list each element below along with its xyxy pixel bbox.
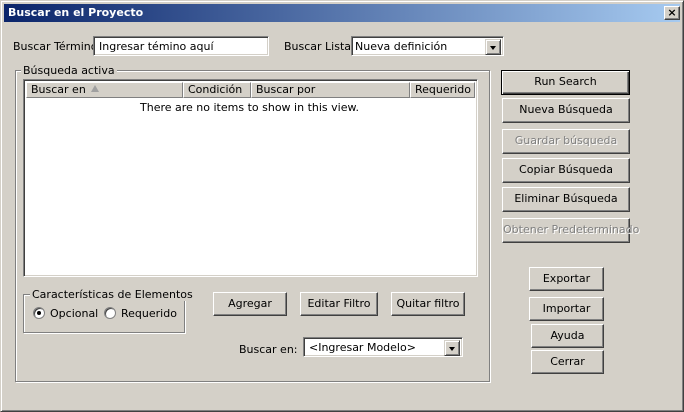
required-radio[interactable] — [104, 307, 116, 319]
close-button[interactable]: Cerrar — [531, 350, 604, 374]
export-button[interactable]: Exportar — [529, 267, 604, 291]
delete-search-button[interactable]: Eliminar Búsqueda — [502, 187, 630, 212]
search-in-model-dropdown[interactable]: <Ingresar Modelo> — [303, 337, 463, 357]
optional-radio[interactable] — [33, 307, 45, 319]
search-criteria-list[interactable]: Buscar en Condición Buscar por Requerido… — [23, 79, 478, 277]
run-search-button[interactable]: Run Search — [501, 70, 630, 95]
search-list-label: Buscar Lista: — [284, 40, 355, 53]
window-title: Buscar en el Proyecto — [8, 6, 144, 19]
optional-radio-label[interactable]: Opcional — [50, 307, 98, 320]
chevron-down-icon[interactable] — [485, 39, 501, 55]
empty-list-message: There are no items to show in this view. — [140, 101, 359, 114]
close-icon: × — [667, 6, 677, 19]
close-window-button[interactable]: × — [664, 6, 680, 20]
column-header-label: Condición — [188, 83, 243, 96]
get-defaults-button[interactable]: Obtener Predeterminado — [502, 218, 639, 243]
search-project-dialog: Buscar en el Proyecto × Buscar Término: … — [0, 0, 684, 412]
search-term-value: Ingresar témino aquí — [99, 40, 214, 53]
add-filter-button[interactable]: Agregar — [213, 292, 287, 316]
new-search-button[interactable]: Nueva Búsqueda — [502, 98, 630, 123]
search-in-label: Buscar en: — [239, 343, 298, 356]
column-header-search-in[interactable]: Buscar en — [26, 82, 183, 98]
search-term-label: Buscar Término: — [13, 40, 102, 53]
import-button[interactable]: Importar — [529, 297, 604, 321]
copy-search-button[interactable]: Copiar Búsqueda — [502, 158, 630, 183]
column-header-label: Buscar por — [256, 83, 316, 96]
edit-filter-button[interactable]: Editar Filtro — [300, 292, 378, 316]
element-features-group-title: Características de Elementos — [30, 288, 195, 301]
title-bar[interactable]: Buscar en el Proyecto × — [4, 4, 680, 22]
active-search-group-title: Búsqueda activa — [21, 64, 117, 77]
remove-filter-button[interactable]: Quitar filtro — [391, 292, 465, 316]
help-button[interactable]: Ayuda — [531, 324, 604, 348]
required-radio-label[interactable]: Requerido — [121, 307, 177, 320]
chevron-down-icon[interactable] — [444, 340, 460, 356]
column-header-condition[interactable]: Condición — [183, 82, 251, 98]
column-header-search-by[interactable]: Buscar por — [251, 82, 410, 98]
search-term-input[interactable]: Ingresar témino aquí — [93, 36, 269, 56]
search-list-value: Nueva definición — [355, 40, 448, 53]
column-header-required[interactable]: Requerido — [410, 82, 475, 98]
column-header-label: Buscar en — [31, 83, 86, 96]
save-search-button[interactable]: Guardar búsqueda — [502, 129, 630, 154]
sort-ascending-icon — [90, 85, 99, 92]
column-header-label: Requerido — [415, 83, 471, 96]
search-list-dropdown[interactable]: Nueva definición — [351, 36, 504, 56]
search-in-model-value: <Ingresar Modelo> — [309, 341, 416, 354]
